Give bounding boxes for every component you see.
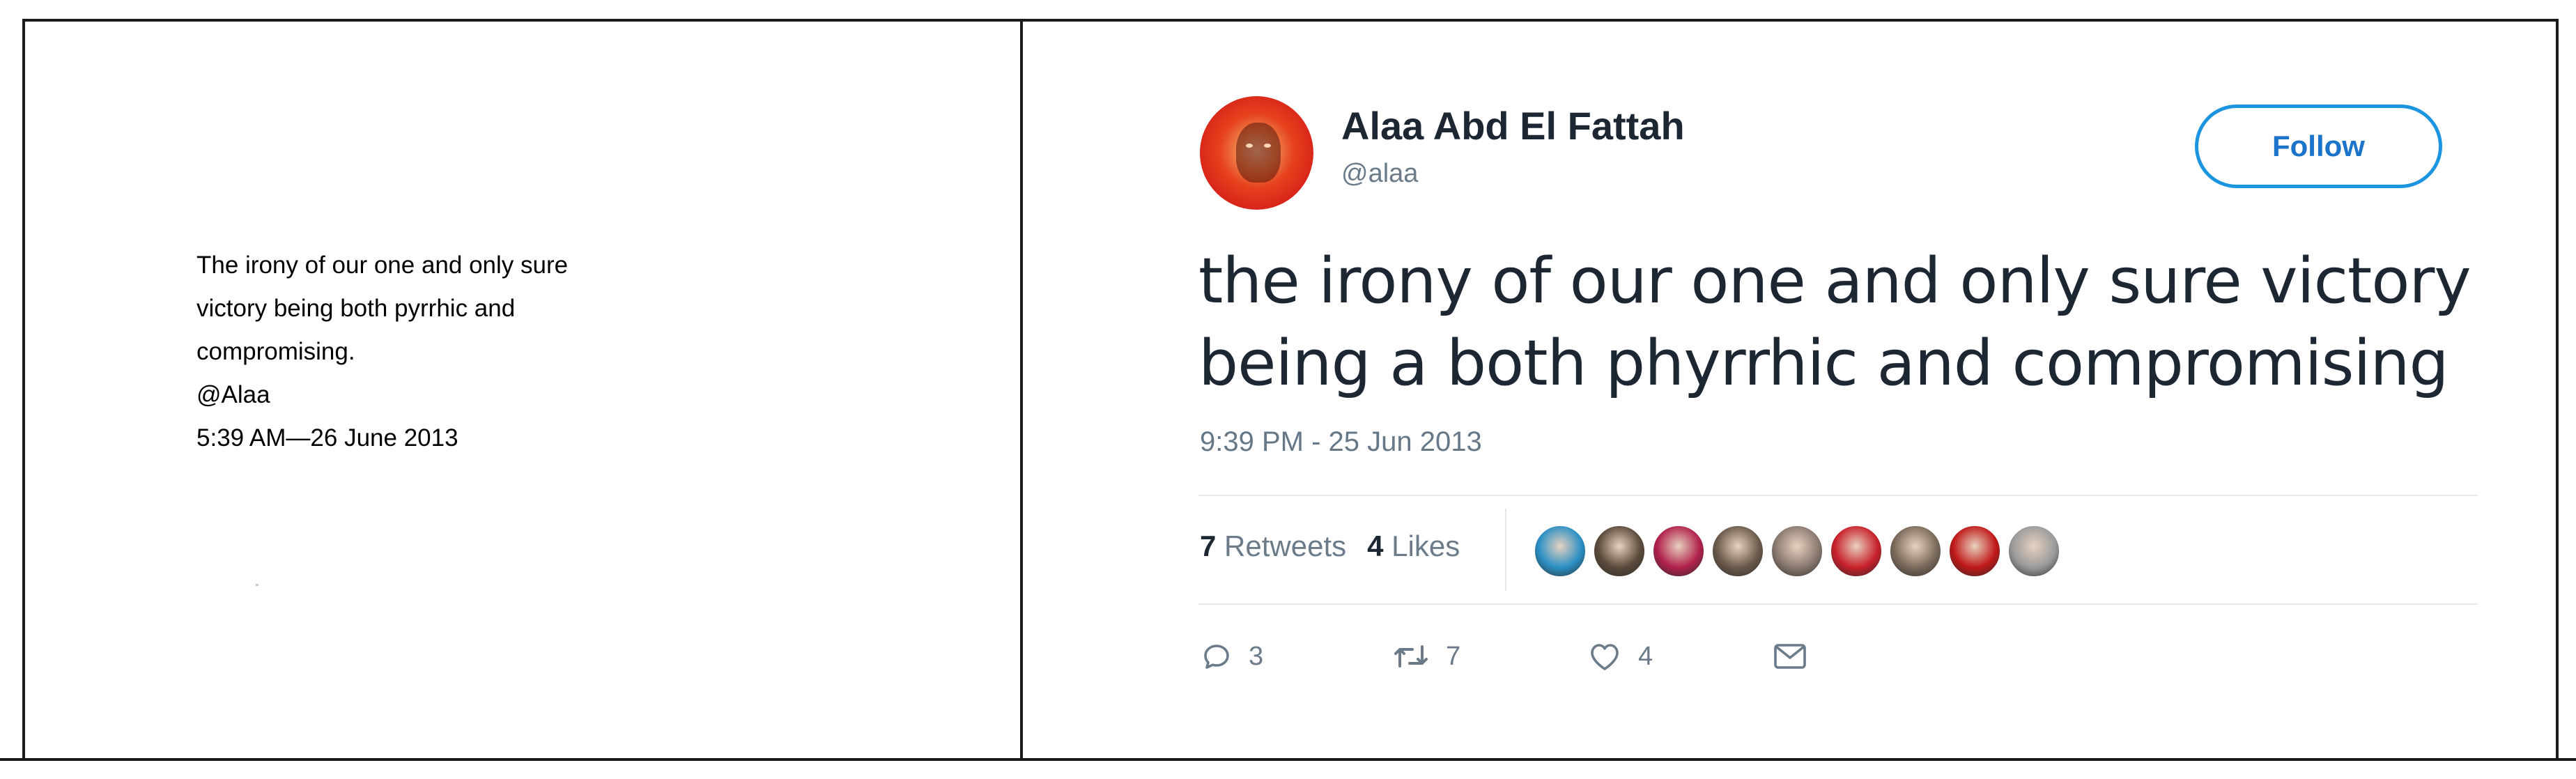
liker-avatar[interactable] — [1888, 524, 1943, 578]
liker-avatar[interactable] — [1770, 524, 1824, 578]
liker-avatar[interactable] — [1651, 524, 1706, 578]
like-icon — [1591, 644, 1619, 670]
transcript-line: compromising. — [196, 338, 355, 365]
retweets-label[interactable]: Retweets — [1224, 530, 1346, 562]
transcript-line: victory being both pyrrhic and — [196, 295, 516, 322]
reply-count: 3 — [1249, 641, 1264, 671]
divider-line — [1198, 495, 2478, 496]
column-divider — [1020, 19, 1023, 760]
reply-action[interactable]: 3 — [1200, 640, 1263, 673]
tweet-text-line: the irony of our one and only sure victo… — [1198, 245, 2471, 318]
liker-avatar[interactable] — [1948, 524, 2002, 578]
stats-separator — [1505, 509, 1506, 591]
engagement-stats: 7 Retweets 4 Likes — [1200, 530, 1460, 563]
liker-avatar[interactable] — [1829, 524, 1883, 578]
message-action[interactable] — [1771, 640, 1809, 673]
likes-label[interactable]: Likes — [1391, 530, 1460, 562]
tweet-timestamp[interactable]: 9:39 PM - 25 Jun 2013 — [1200, 426, 1482, 458]
retweet-count[interactable]: 7 — [1200, 530, 1216, 562]
scan-speck — [256, 584, 259, 586]
transcript-handle: @Alaa — [196, 381, 270, 408]
reply-icon — [1204, 645, 1229, 669]
message-icon — [1774, 644, 1806, 669]
transcript-timestamp: 5:39 AM—26 June 2013 — [196, 424, 458, 452]
like-action-count: 4 — [1638, 641, 1653, 671]
table-bottom-rule — [0, 758, 2576, 761]
liker-avatar[interactable] — [1711, 524, 1765, 578]
display-name[interactable]: Alaa Abd El Fattah — [1341, 103, 1685, 148]
retweet-action[interactable]: 7 — [1391, 640, 1460, 673]
like-count[interactable]: 4 — [1367, 530, 1383, 562]
tweet-transcript: The irony of our one and only sure victo… — [196, 244, 684, 460]
retweet-icon — [1394, 645, 1428, 668]
user-handle[interactable]: @alaa — [1341, 159, 1418, 189]
liker-avatar[interactable] — [1533, 524, 1587, 578]
transcript-line: The irony of our one and only sure — [196, 252, 569, 279]
retweet-action-count: 7 — [1446, 641, 1461, 671]
avatar[interactable] — [1200, 96, 1313, 210]
like-action[interactable]: 4 — [1587, 640, 1653, 673]
liker-avatar[interactable] — [1592, 524, 1646, 578]
tweet-text-line: being a both phyrrhic and compromising — [1198, 327, 2449, 400]
liker-avatar[interactable] — [2007, 524, 2061, 578]
follow-button[interactable]: Follow — [2195, 105, 2442, 188]
tweet-text: the irony of our one and only sure victo… — [1198, 240, 2494, 405]
divider-line — [1198, 603, 2478, 605]
